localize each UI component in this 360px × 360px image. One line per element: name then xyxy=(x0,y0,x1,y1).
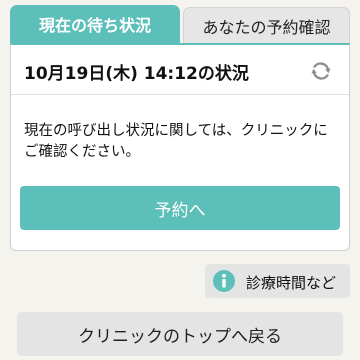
back-to-clinic-top-button[interactable]: クリニックのトップへ戻る xyxy=(17,312,343,356)
status-datetime: 10月19日(木) 14:12の状況 xyxy=(24,64,249,84)
reserve-button[interactable]: 予約へ xyxy=(20,186,340,230)
status-message: 現在の呼び出し状況に関しては、クリニックにご確認ください。 xyxy=(24,123,328,160)
tab-my-reservation[interactable]: あなたの予約確認 xyxy=(183,7,350,43)
page: 現在の待ち状況 あなたの予約確認 10月19日(木) 14:12の状況 現在の呼… xyxy=(0,0,360,360)
tab-current-wait-status[interactable]: 現在の待ち状況 xyxy=(10,5,180,43)
info-icon xyxy=(213,270,235,292)
status-header: 10月19日(木) 14:12の状況 xyxy=(11,45,349,95)
clinic-hours-label: 診療時間など xyxy=(246,274,337,292)
refresh-icon[interactable] xyxy=(309,59,333,83)
tab-bar: 現在の待ち状況 あなたの予約確認 xyxy=(10,5,350,43)
status-panel: 10月19日(木) 14:12の状況 現在の呼び出し状況に関しては、クリニックに… xyxy=(10,43,350,251)
clinic-hours-button[interactable]: 診療時間など xyxy=(205,264,350,298)
